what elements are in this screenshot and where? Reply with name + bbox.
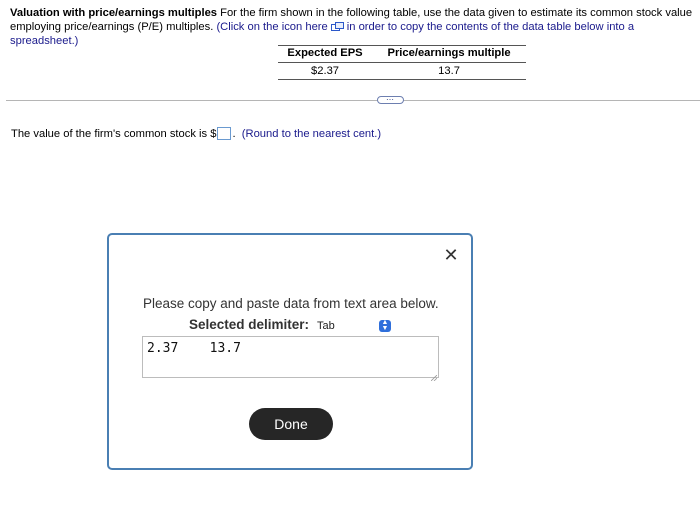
more-button[interactable]: ⋯ (377, 96, 404, 104)
cell-pe-multiple: 13.7 (372, 62, 526, 80)
header-pe-multiple: Price/earnings multiple (372, 45, 526, 63)
question-text: The value of the firm's common stock is … (11, 128, 217, 140)
answer-input[interactable] (217, 127, 232, 140)
header-expected-eps: Expected EPS (278, 45, 373, 63)
resize-grip-icon[interactable] (430, 370, 438, 382)
paste-textarea[interactable]: 2.37 13.7 (142, 336, 439, 382)
delimiter-label: Selected delimiter: (189, 317, 310, 332)
question-period: . (232, 128, 236, 140)
table-row: $2.37 13.7 (278, 62, 526, 80)
table-header-row: Expected EPS Price/earnings multiple (278, 45, 526, 63)
delimiter-select[interactable]: Tab ▲ ▼ (313, 318, 393, 335)
paste-data-dialog: ✕ Please copy and paste data from text a… (107, 233, 473, 470)
delimiter-value: Tab (317, 320, 335, 332)
copy-hint-before: (Click on the icon here (216, 21, 328, 33)
cell-expected-eps: $2.37 (278, 62, 373, 80)
delimiter-row: Selected delimiter: Tab ▲ ▼ (189, 317, 391, 332)
section-divider (6, 100, 700, 101)
done-button[interactable]: Done (249, 408, 333, 440)
data-table: Expected EPS Price/earnings multiple $2.… (278, 45, 526, 80)
problem-title: Valuation with price/earnings multiples (10, 7, 218, 19)
problem-statement: Valuation with price/earnings multiples … (10, 6, 695, 48)
question-line: The value of the firm's common stock is … (11, 127, 381, 141)
close-icon[interactable]: ✕ (443, 246, 459, 264)
rounding-hint: (Round to the nearest cent.) (241, 128, 382, 140)
copy-icon[interactable] (330, 21, 344, 31)
dialog-instruction: Please copy and paste data from text are… (143, 296, 439, 311)
select-arrows-icon: ▲ ▼ (379, 319, 391, 332)
